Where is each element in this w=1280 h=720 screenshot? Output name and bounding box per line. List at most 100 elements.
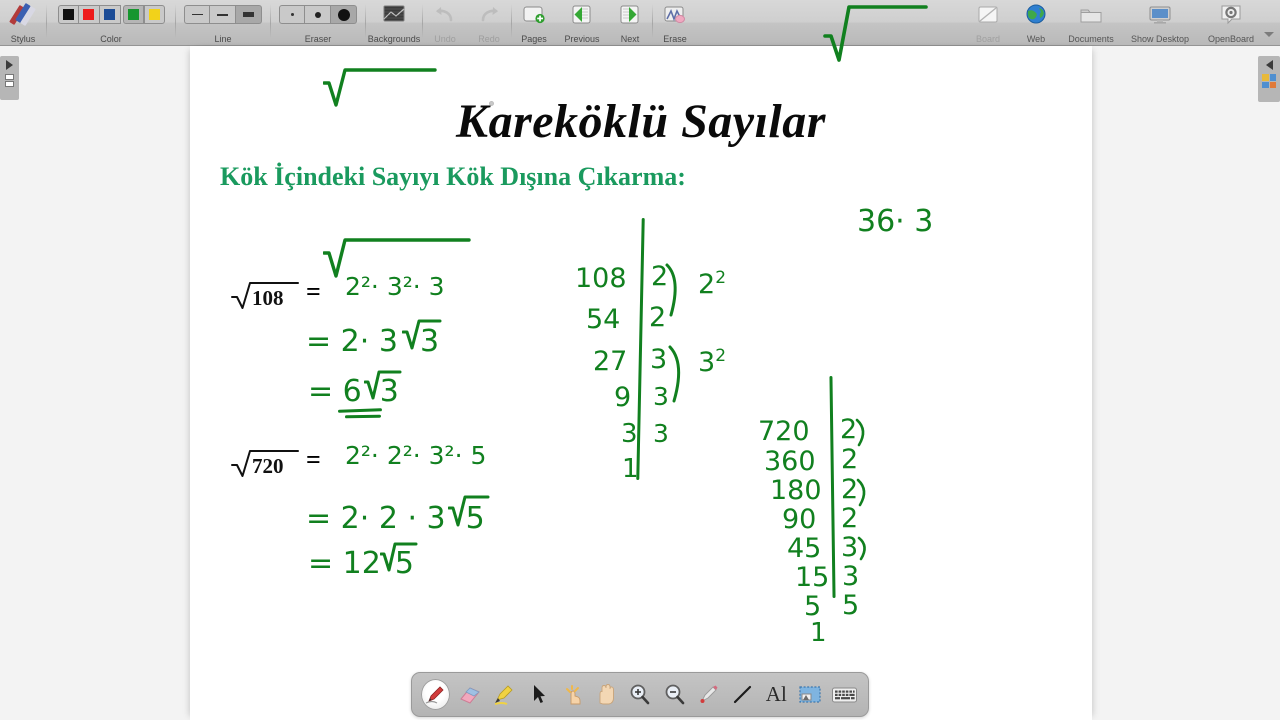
color-swatch-blue[interactable]	[99, 5, 121, 24]
top-toolbar: Stylus Color Line Eraser Backgrounds Und…	[0, 0, 1280, 46]
example-1-step3-radicand: 3	[379, 374, 399, 409]
documents-label: Documents	[1068, 34, 1114, 44]
factor-tree-108-annotation-0: 22	[698, 268, 726, 300]
example-2-lhs: 720 =	[230, 444, 321, 480]
page-subtitle: Kök İçindeki Sayıyı Kök Dışına Çıkarma:	[220, 162, 686, 191]
openboard-label: OpenBoard	[1207, 34, 1255, 44]
factor-tree-720-factor-6: 5	[842, 590, 860, 621]
color-group[interactable]: Color	[47, 0, 175, 46]
color-swatch-red[interactable]	[78, 5, 100, 24]
backgrounds-button[interactable]: Backgrounds	[366, 0, 422, 46]
keyboard-icon	[831, 687, 857, 702]
undo-button[interactable]: Undo	[423, 0, 467, 46]
chevron-left-icon	[1265, 60, 1273, 70]
page-thumbnails-icon	[5, 74, 14, 89]
pen-tool[interactable]	[421, 679, 450, 710]
stylus-icon	[8, 2, 38, 29]
undo-label: Undo	[434, 34, 456, 44]
pages-icon	[521, 3, 547, 27]
erase-button[interactable]: Erase	[653, 0, 697, 46]
eraser-medium-button[interactable]	[305, 5, 331, 24]
annotation-0-exp: 2	[715, 268, 727, 288]
right-toolbar-group: Board Web Documents Show Desktop OpenBoa…	[964, 0, 1280, 46]
factor-tree-108-annotation-1: 32	[698, 346, 726, 378]
factor-curve-720-b-icon	[856, 478, 866, 507]
example-2-root-glyph	[322, 236, 471, 278]
interactive-hand-tool[interactable]	[557, 679, 586, 710]
next-button[interactable]: Next	[608, 0, 652, 46]
openboard-button[interactable]: OpenBoard	[1198, 0, 1264, 46]
example-2-inside-root: 2²· 2²· 3²· 5	[345, 441, 487, 470]
eraser-large-button[interactable]	[331, 5, 357, 24]
pages-button[interactable]: Pages	[512, 0, 556, 46]
show-desktop-button[interactable]: Show Desktop	[1122, 0, 1198, 46]
zoom-in-tool[interactable]	[625, 679, 654, 710]
bottom-tool-palette: Al	[411, 672, 869, 717]
example-1-root-glyph	[322, 67, 437, 107]
factor-tree-108-value-0: 108	[575, 263, 627, 294]
line-group[interactable]: Line	[176, 0, 270, 46]
show-desktop-label: Show Desktop	[1130, 34, 1190, 44]
factor-tree-720-value-3: 90	[782, 504, 817, 535]
factor-tree-108-factor-4: 3	[653, 419, 669, 448]
workspace: Kareköklü Sayılar Kök İçindeki Sayıyı Kö…	[0, 5, 1280, 720]
color-swatch-green[interactable]	[122, 5, 144, 24]
zoom-out-tool[interactable]	[660, 679, 689, 710]
eraser-tool[interactable]	[455, 679, 484, 710]
factor-tree-720-value-1: 360	[764, 446, 816, 477]
line-thick-button[interactable]	[236, 5, 262, 24]
factor-tree-108-value-2: 27	[593, 346, 628, 377]
documents-button[interactable]: Documents	[1060, 0, 1122, 46]
factor-tree-108-value-5: 1	[622, 454, 639, 484]
example-1-underline-a	[337, 408, 383, 413]
color-swatch-black[interactable]	[57, 5, 79, 24]
laser-pointer-tool[interactable]	[694, 679, 723, 710]
factor-tree-720-value-4: 45	[787, 533, 822, 564]
previous-button[interactable]: Previous	[556, 0, 608, 46]
text-tool[interactable]: Al	[762, 679, 791, 710]
eraser-group[interactable]: Eraser	[271, 0, 365, 46]
example-1-step2-radicand: 3	[419, 324, 440, 359]
example-1-step2: = 2· 3 3	[306, 319, 442, 359]
stylus-group[interactable]: Stylus	[0, 0, 46, 46]
board-canvas[interactable]: Kareköklü Sayılar Kök İçindeki Sayıyı Kö…	[190, 5, 1092, 720]
redo-button[interactable]: Redo	[467, 0, 511, 46]
web-button[interactable]: Web	[1012, 0, 1060, 46]
web-label: Web	[1026, 34, 1046, 44]
erase-icon	[662, 3, 688, 27]
open-hand-icon	[599, 684, 614, 705]
ink-dot-mark	[489, 101, 494, 106]
next-icon	[617, 3, 643, 27]
example-2-step2: = 2· 2 · 3 5	[306, 495, 490, 536]
capture-icon	[799, 685, 821, 703]
chevron-down-icon[interactable]	[1264, 31, 1274, 37]
board-button[interactable]: Board	[964, 0, 1012, 46]
color-swatch-yellow[interactable]	[143, 5, 165, 24]
right-panel-handle[interactable]	[1258, 56, 1280, 102]
line-medium-button[interactable]	[210, 5, 236, 24]
line-thin-button[interactable]	[184, 5, 210, 24]
text-tool-glyph: Al	[765, 682, 787, 706]
factor-tree-720-value-2: 180	[770, 475, 822, 506]
line-tool[interactable]	[728, 679, 757, 710]
pan-tool[interactable]	[591, 679, 620, 710]
highlighter-icon	[494, 685, 513, 705]
virtual-keyboard-tool[interactable]	[830, 679, 859, 710]
factor-tree-108-value-1: 54	[586, 304, 621, 335]
annotation-0-base: 2	[698, 269, 716, 300]
factor-tree-720-divider	[829, 375, 836, 599]
highlighter-tool[interactable]	[489, 679, 518, 710]
backgrounds-label: Backgrounds	[367, 34, 421, 44]
eraser-small-button[interactable]	[279, 5, 305, 24]
select-tool[interactable]	[523, 679, 552, 710]
factor-tree-720-factor-1: 2	[841, 444, 859, 475]
line-icon	[733, 685, 751, 704]
example-2-equals: =	[306, 445, 321, 474]
factor-tree-720-value-0: 720	[758, 416, 810, 447]
monitor-icon	[1147, 3, 1173, 27]
capture-tool[interactable]	[796, 679, 825, 710]
library-icon	[1262, 74, 1276, 88]
pointing-hand-icon	[565, 685, 581, 705]
left-panel-handle[interactable]	[0, 56, 19, 100]
globe-icon	[1023, 3, 1049, 27]
